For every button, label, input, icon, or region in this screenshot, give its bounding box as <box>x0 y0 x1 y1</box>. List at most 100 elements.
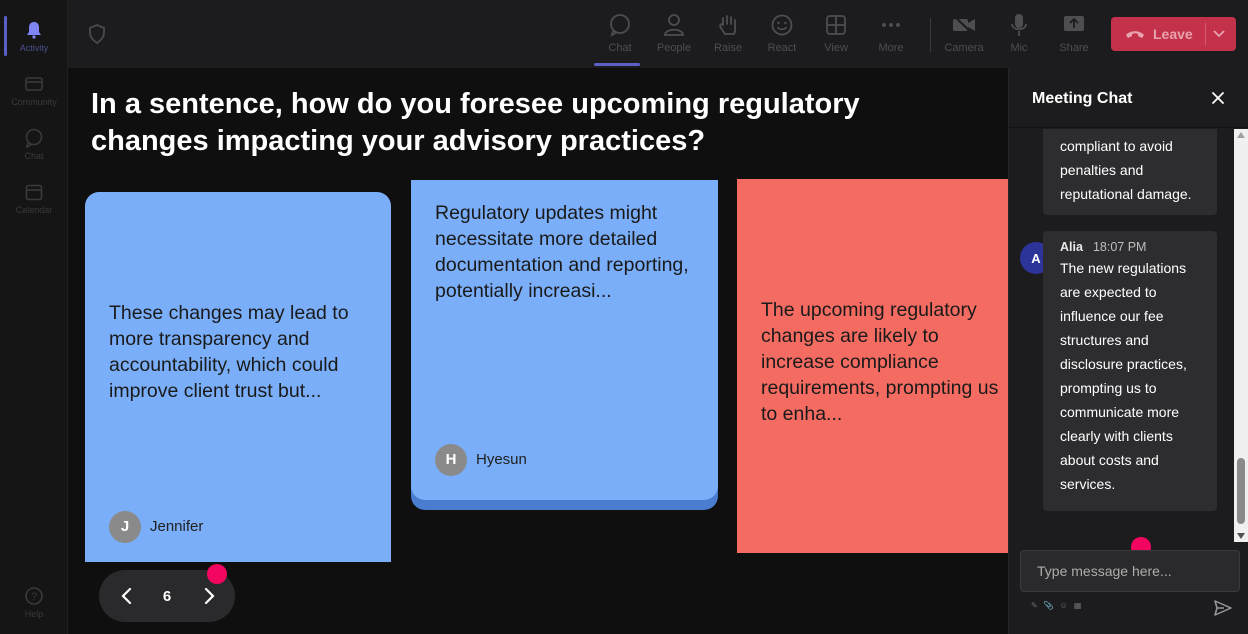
message-line: are expected to <box>1060 284 1157 300</box>
chat-button[interactable]: Chat <box>594 8 646 66</box>
rail-label: Chat <box>24 150 44 161</box>
view-label: View <box>824 42 848 54</box>
message-line: communicate more <box>1060 404 1180 420</box>
close-icon[interactable] <box>1210 90 1226 106</box>
smiley-icon <box>769 12 795 38</box>
chat-message: compliant to avoid penalties and reputat… <box>1043 129 1217 215</box>
card-author: H Hyesun <box>435 444 527 476</box>
message-line: The new regulations <box>1060 260 1187 276</box>
mic-label: Mic <box>1010 42 1028 54</box>
react-button[interactable]: React <box>756 8 808 64</box>
meeting-toolbar: Chat People Raise React View More Camera… <box>68 0 1248 68</box>
message-line: prompting us to <box>1060 380 1157 396</box>
message-line: penalties and <box>1060 162 1144 178</box>
leave-button[interactable]: Leave <box>1111 17 1236 51</box>
bell-icon <box>24 20 44 40</box>
message-input[interactable] <box>1021 551 1239 591</box>
chat-icon <box>607 12 633 38</box>
message-meta: Alia 18:07 PM <box>1060 238 1217 256</box>
more-label: More <box>878 42 904 54</box>
chevron-left-icon[interactable] <box>117 586 137 606</box>
response-card[interactable]: The upcoming regulatory changes are like… <box>737 179 1008 553</box>
author-name: Hyesun <box>476 451 527 468</box>
react-label: React <box>767 42 797 54</box>
people-button[interactable]: People <box>648 8 700 64</box>
rail-label: Calendar <box>15 204 53 215</box>
camera-label: Camera <box>944 42 984 54</box>
share-screen-icon <box>1061 12 1087 38</box>
chat-message-list[interactable]: compliant to avoid penalties and reputat… <box>1009 129 1234 542</box>
compose-format-toolbar: ✎ 📎 ☺ ▦ <box>1031 601 1081 610</box>
camera-off-icon <box>951 12 977 38</box>
scrollbar-thumb[interactable] <box>1237 458 1245 524</box>
raise-label: Raise <box>713 42 743 54</box>
share-button[interactable]: Share <box>1048 8 1100 64</box>
toolbar-divider <box>930 18 931 52</box>
chevron-down-icon[interactable] <box>1212 26 1226 43</box>
hand-icon <box>715 12 741 38</box>
card-text: Regulatory updates might necessitate mor… <box>435 202 689 302</box>
message-line: disclosure practices, <box>1060 356 1187 372</box>
response-card[interactable]: These changes may lead to more transpare… <box>85 192 391 562</box>
attach-icon[interactable]: 📎 <box>1044 601 1054 610</box>
camera-button[interactable]: Camera <box>938 8 990 64</box>
send-icon[interactable] <box>1213 598 1233 618</box>
message-line: about costs and <box>1060 452 1159 468</box>
message-line: services. <box>1060 476 1116 492</box>
app-rail: Activity Community Chat Calendar ? Help <box>0 0 68 634</box>
response-card[interactable]: Regulatory updates might necessitate mor… <box>411 180 718 510</box>
chevron-right-icon[interactable] <box>199 586 219 606</box>
hang-up-icon <box>1125 26 1145 42</box>
avatar: H <box>435 444 467 476</box>
people-label: People <box>656 42 692 54</box>
gif-icon[interactable]: ▦ <box>1074 601 1082 610</box>
chat-label: Chat <box>608 42 632 54</box>
rail-item-chat[interactable]: Chat <box>0 118 68 170</box>
question-title: In a sentence, how do you foresee upcomi… <box>91 88 860 157</box>
page-number: 6 <box>162 588 172 605</box>
microphone-icon <box>1006 12 1032 38</box>
meeting-chat-panel: Meeting Chat compliant to avoid penaltie… <box>1008 68 1248 634</box>
scroll-up-arrow-icon[interactable] <box>1237 132 1245 138</box>
chat-scrollbar[interactable] <box>1234 129 1248 542</box>
message-line: compliant to avoid <box>1060 138 1173 154</box>
chat-message: Alia 18:07 PM The new regulations are exp… <box>1043 231 1217 511</box>
help-icon: ? <box>24 586 44 606</box>
message-compose-box[interactable] <box>1020 550 1240 592</box>
message-line: structures and <box>1060 332 1149 348</box>
card-text: The upcoming regulatory changes are like… <box>761 299 999 425</box>
chat-header: Meeting Chat <box>1009 68 1248 128</box>
chat-title: Meeting Chat <box>1032 90 1133 107</box>
message-line: clearly with clients <box>1060 428 1173 444</box>
leave-label: Leave <box>1153 26 1193 42</box>
card-text: These changes may lead to more transpare… <box>109 302 349 402</box>
calendar-icon <box>24 182 44 202</box>
community-icon <box>24 74 44 94</box>
more-button[interactable]: More <box>865 8 917 64</box>
message-time: 18:07 PM <box>1092 240 1147 254</box>
message-line: influence our fee <box>1060 308 1164 324</box>
rail-item-help[interactable]: ? Help <box>0 576 68 628</box>
cursor-marker <box>207 564 227 584</box>
mic-button[interactable]: Mic <box>993 8 1045 64</box>
rail-label: Community <box>11 96 57 107</box>
avatar: J <box>109 511 141 543</box>
rail-item-calendar[interactable]: Calendar <box>0 172 68 224</box>
shield-icon[interactable] <box>88 24 106 45</box>
more-icon <box>878 12 904 38</box>
svg-text:?: ? <box>31 591 37 603</box>
scroll-down-arrow-icon[interactable] <box>1237 533 1245 539</box>
rail-item-community[interactable]: Community <box>0 64 68 116</box>
rail-label: Help <box>24 608 44 619</box>
person-icon <box>661 12 687 38</box>
raise-hand-button[interactable]: Raise <box>702 8 754 64</box>
rail-item-activity[interactable]: Activity <box>0 10 68 62</box>
presentation-stage: In a sentence, how do you foresee upcomi… <box>68 68 1008 634</box>
format-icon[interactable]: ✎ <box>1031 601 1038 610</box>
view-button[interactable]: View <box>810 8 862 64</box>
message-line: reputational damage. <box>1060 186 1192 202</box>
emoji-icon[interactable]: ☺ <box>1060 601 1068 610</box>
author-name: Jennifer <box>150 518 204 535</box>
chat-icon <box>24 128 44 148</box>
rail-label: Activity <box>19 42 49 53</box>
